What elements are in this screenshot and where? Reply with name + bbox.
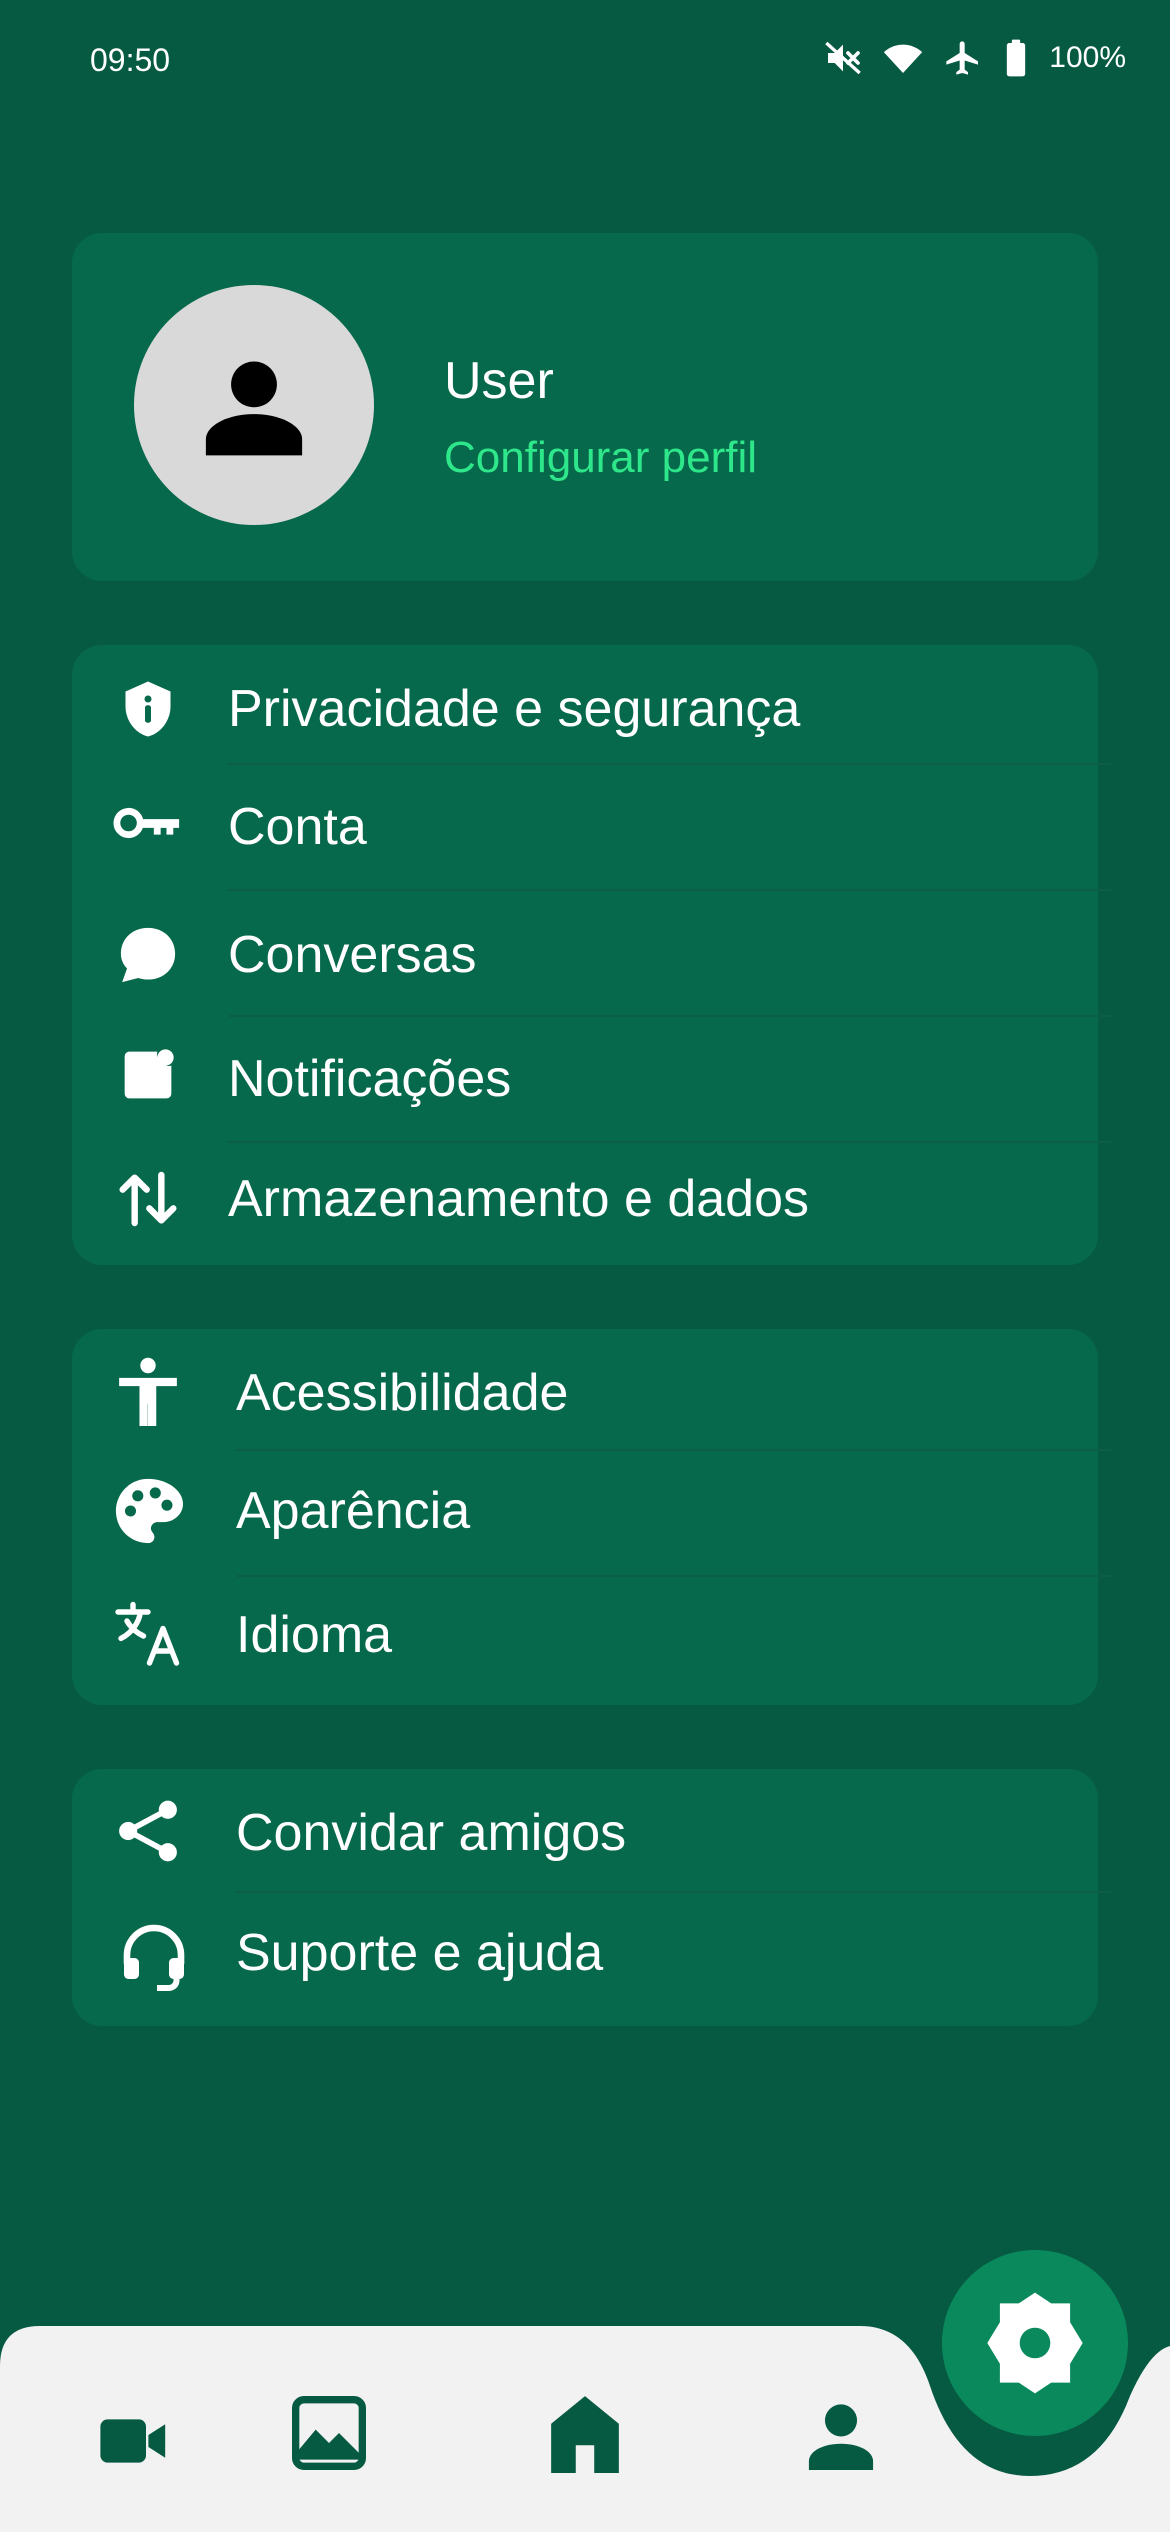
accessibility-icon [112, 1357, 184, 1429]
settings-group-main: Privacidade e segurança Conta Conversas … [72, 645, 1112, 1265]
settings-item-notifications[interactable]: Notificações [72, 1017, 1112, 1143]
avatar[interactable] [134, 285, 374, 525]
mute-icon [823, 38, 863, 78]
nav-video-button[interactable] [94, 2406, 174, 2476]
settings-item-support[interactable]: Suporte e ajuda [72, 1893, 1098, 2026]
nav-gallery-button[interactable] [286, 2390, 372, 2476]
profile-icon [808, 2404, 874, 2470]
translate-icon [112, 1597, 184, 1669]
settings-group-display: Acessibilidade Aparência Idioma [72, 1329, 1112, 1705]
settings-item-label: Idioma [236, 1606, 393, 1664]
headset-icon [118, 1919, 190, 1991]
wifi-icon [883, 38, 923, 78]
settings-group-support: Convidar amigos Suporte e ajuda [72, 1769, 1112, 2026]
battery-percentage: 100% [1049, 41, 1126, 74]
nav-home-button[interactable] [542, 2390, 628, 2476]
settings-item-label: Conversas [228, 926, 477, 984]
configure-profile-link[interactable]: Configurar perfil [444, 433, 757, 483]
battery-icon [1003, 38, 1029, 78]
settings-gear-icon [987, 2292, 1083, 2394]
settings-item-privacy[interactable]: Privacidade e segurança [72, 645, 1112, 765]
shield-icon [112, 673, 184, 745]
gallery-icon [292, 2396, 366, 2470]
person-icon [205, 361, 303, 456]
video-camera-icon [100, 2419, 166, 2463]
status-time: 09:50 [90, 42, 171, 78]
settings-item-accessibility[interactable]: Acessibilidade [72, 1329, 1112, 1451]
settings-item-label: Suporte e ajuda [236, 1924, 604, 1982]
settings-item-label: Notificações [228, 1050, 512, 1108]
notification-icon [112, 1039, 184, 1111]
palette-icon [112, 1475, 184, 1547]
chat-bubble-icon [112, 919, 184, 991]
settings-item-label: Convidar amigos [236, 1804, 627, 1862]
key-icon [112, 787, 184, 859]
settings-item-label: Conta [228, 798, 367, 856]
settings-item-language[interactable]: Idioma [72, 1577, 1098, 1705]
settings-item-label: Acessibilidade [236, 1364, 569, 1422]
settings-item-label: Privacidade e segurança [228, 680, 801, 738]
profile-card[interactable]: User Configurar perfil [72, 233, 1098, 581]
share-icon [112, 1795, 184, 1867]
settings-fab-button[interactable] [942, 2250, 1128, 2436]
settings-item-invite[interactable]: Convidar amigos [72, 1769, 1112, 1893]
settings-item-label: Armazenamento e dados [228, 1170, 810, 1228]
settings-item-account[interactable]: Conta [72, 765, 1112, 891]
settings-item-chats[interactable]: Conversas [72, 891, 1112, 1017]
settings-item-label: Aparência [236, 1482, 471, 1540]
settings-item-storage[interactable]: Armazenamento e dados [72, 1143, 1098, 1265]
settings-item-appearance[interactable]: Aparência [72, 1451, 1112, 1577]
nav-profile-button[interactable] [798, 2392, 884, 2478]
airplane-icon [943, 38, 983, 78]
status-bar: 09:50 100% [0, 0, 1170, 130]
data-transfer-icon [112, 1163, 184, 1235]
status-icons: 100% [823, 38, 1126, 78]
profile-name: User [444, 352, 554, 410]
home-icon [551, 2396, 619, 2473]
